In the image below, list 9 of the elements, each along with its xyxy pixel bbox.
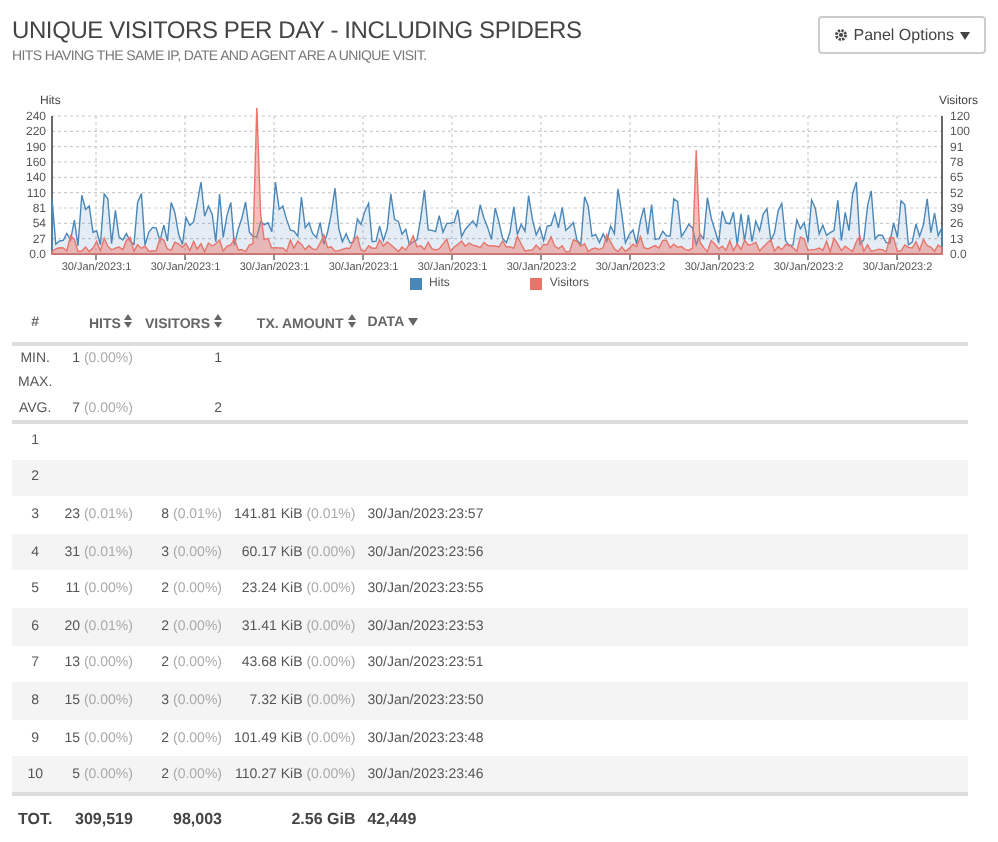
total-hits: 309,519 [75, 810, 133, 828]
panel-title: UNIQUE VISITORS PER DAY - INCLUDING SPIDERS [12, 16, 582, 44]
caret-down-icon [960, 31, 970, 39]
settings-icon [833, 28, 848, 42]
total-label: TOT. [18, 810, 53, 828]
total-data: 42,449 [367, 810, 417, 828]
panel-options-button[interactable]: Panel Options [817, 16, 986, 54]
total-visitors: 98,003 [173, 810, 222, 828]
total-amount: 2.56 GiB [291, 810, 356, 828]
